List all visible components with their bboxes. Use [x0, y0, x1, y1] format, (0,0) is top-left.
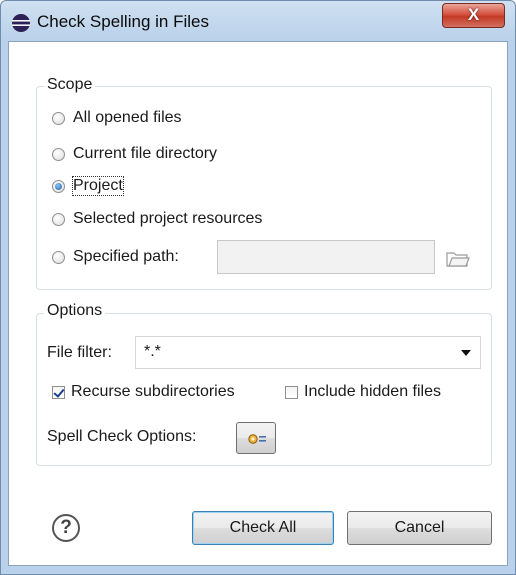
radio-current-file-directory[interactable]: Current file directory	[52, 143, 217, 165]
checkbox[interactable]	[52, 385, 65, 399]
dropdown-arrow-icon[interactable]	[461, 350, 471, 356]
title-bar: Check Spelling in Files X	[1, 1, 515, 43]
folder-icon[interactable]	[446, 250, 470, 268]
eclipse-icon	[12, 14, 30, 32]
radio-label: Project	[72, 176, 124, 196]
file-filter-combo[interactable]: *.*	[135, 336, 481, 369]
checkbox[interactable]	[285, 385, 298, 399]
specified-path-input[interactable]	[217, 240, 435, 274]
window-title: Check Spelling in Files	[37, 12, 209, 31]
radio-button[interactable]	[52, 212, 65, 226]
options-legend: Options	[44, 302, 106, 320]
radio-specified-path[interactable]: Specified path:	[52, 246, 179, 268]
radio-button[interactable]	[52, 111, 65, 125]
radio-label: Selected project resources	[73, 210, 263, 227]
radio-all-opened-files[interactable]: All opened files	[52, 107, 182, 129]
radio-button[interactable]	[52, 250, 65, 264]
checkbox-label: Recurse subdirectories	[71, 383, 235, 400]
recurse-subdirectories-checkbox[interactable]: Recurse subdirectories	[52, 381, 235, 403]
radio-project[interactable]: Project	[52, 175, 124, 197]
help-icon[interactable]: ?	[52, 514, 80, 542]
radio-button[interactable]	[52, 179, 65, 193]
radio-label: All opened files	[73, 109, 182, 126]
close-icon: X	[467, 5, 480, 24]
file-filter-value: *.*	[144, 343, 161, 360]
include-hidden-files-checkbox[interactable]: Include hidden files	[285, 381, 441, 403]
checkbox-label: Include hidden files	[304, 383, 441, 400]
close-button[interactable]: X	[442, 3, 505, 28]
gear-list-icon	[248, 434, 266, 444]
spell-check-options-button[interactable]	[236, 422, 276, 454]
cancel-button[interactable]: Cancel	[347, 511, 492, 545]
radio-label: Specified path:	[73, 248, 179, 265]
check-all-button[interactable]: Check All	[192, 511, 334, 545]
scope-legend: Scope	[44, 76, 96, 94]
spell-check-options-label: Spell Check Options:	[47, 428, 197, 445]
radio-button[interactable]	[52, 147, 65, 161]
radio-label: Current file directory	[73, 145, 218, 162]
radio-selected-project-resources[interactable]: Selected project resources	[52, 208, 262, 230]
file-filter-label: File filter:	[47, 344, 112, 361]
